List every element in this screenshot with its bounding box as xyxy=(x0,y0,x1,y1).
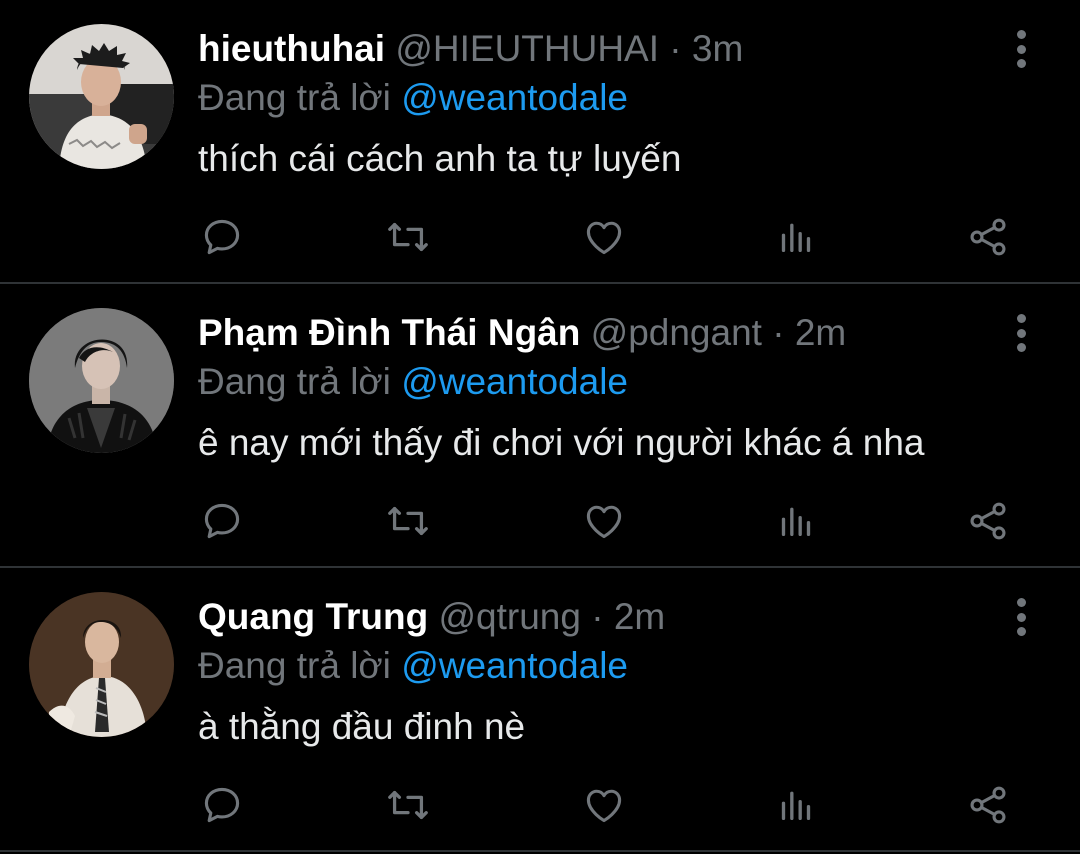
retweet-button[interactable] xyxy=(383,780,433,830)
action-bar xyxy=(0,496,1080,546)
user-handle[interactable]: @qtrung xyxy=(438,596,580,637)
like-button[interactable] xyxy=(579,212,629,262)
reply-mention[interactable]: @weantodale xyxy=(401,645,628,686)
more-vertical-icon xyxy=(1016,612,1026,622)
share-icon xyxy=(970,786,1006,824)
more-vertical-icon xyxy=(1016,59,1026,68)
share-button[interactable] xyxy=(963,212,1013,262)
like-icon xyxy=(586,505,622,539)
share-icon xyxy=(970,502,1006,540)
timestamp[interactable]: 3m xyxy=(692,28,743,69)
more-options-button[interactable] xyxy=(1004,596,1038,638)
tweet-text: à thằng đầu đinh nè xyxy=(198,706,526,747)
tweet-text: ê nay mới thấy đi chơi với người khác á … xyxy=(198,422,925,463)
divider xyxy=(0,850,1080,852)
user-handle[interactable]: @HIEUTHUHAI xyxy=(395,28,659,69)
reply-tweet[interactable]: Phạm Đình Thái Ngân @pdngant · 2m Đang t… xyxy=(0,284,1080,567)
reply-icon xyxy=(204,219,240,255)
views-button[interactable] xyxy=(771,212,821,262)
more-vertical-icon xyxy=(1016,314,1026,323)
share-icon xyxy=(970,218,1006,256)
action-bar xyxy=(0,780,1080,830)
more-vertical-icon xyxy=(1016,44,1026,54)
timestamp[interactable]: 2m xyxy=(614,596,665,637)
views-button[interactable] xyxy=(771,780,821,830)
reply-tweet[interactable]: Quang Trung @qtrung · 2m Đang trả lời @w… xyxy=(0,568,1080,851)
tweet-header: Phạm Đình Thái Ngân @pdngant · 2m xyxy=(198,310,846,356)
reply-button[interactable] xyxy=(197,780,247,830)
separator: · xyxy=(669,28,682,69)
reply-context: Đang trả lời @weantodale xyxy=(198,643,628,689)
retweet-icon xyxy=(388,506,428,536)
reply-label: Đang trả lời xyxy=(198,361,391,402)
reply-label: Đang trả lời xyxy=(198,645,391,686)
more-options-button[interactable] xyxy=(1004,28,1038,70)
more-options-button[interactable] xyxy=(1004,312,1038,354)
separator: · xyxy=(772,312,785,353)
like-button[interactable] xyxy=(579,780,629,830)
more-vertical-icon xyxy=(1016,343,1026,352)
like-icon xyxy=(586,789,622,823)
reply-mention[interactable]: @weantodale xyxy=(401,361,628,402)
retweet-icon xyxy=(388,222,428,252)
more-vertical-icon xyxy=(1016,627,1026,636)
views-icon xyxy=(781,791,811,820)
avatar[interactable] xyxy=(29,308,174,453)
reply-mention[interactable]: @weantodale xyxy=(401,77,628,118)
share-button[interactable] xyxy=(963,496,1013,546)
reply-button[interactable] xyxy=(197,212,247,262)
reply-label: Đang trả lời xyxy=(198,77,391,118)
tweet-text: thích cái cách anh ta tự luyến xyxy=(198,138,682,179)
separator: · xyxy=(591,596,604,637)
reply-icon xyxy=(204,503,240,539)
display-name[interactable]: Phạm Đình Thái Ngân xyxy=(198,312,580,353)
more-vertical-icon xyxy=(1016,30,1026,39)
display-name[interactable]: Quang Trung xyxy=(198,596,428,637)
more-vertical-icon xyxy=(1016,598,1026,607)
reply-context: Đang trả lời @weantodale xyxy=(198,75,628,121)
like-icon xyxy=(586,221,622,255)
more-vertical-icon xyxy=(1016,328,1026,338)
views-button[interactable] xyxy=(771,496,821,546)
reply-feed: hieuthuhai @HIEUTHUHAI · 3m Đang trả lời… xyxy=(0,0,1080,854)
timestamp[interactable]: 2m xyxy=(795,312,846,353)
avatar[interactable] xyxy=(29,592,174,737)
views-icon xyxy=(781,507,811,536)
reply-context: Đang trả lời @weantodale xyxy=(198,359,628,405)
share-button[interactable] xyxy=(963,780,1013,830)
display-name[interactable]: hieuthuhai xyxy=(198,28,385,69)
views-icon xyxy=(781,223,811,252)
action-bar xyxy=(0,212,1080,262)
like-button[interactable] xyxy=(579,496,629,546)
tweet-header: Quang Trung @qtrung · 2m xyxy=(198,594,665,640)
retweet-button[interactable] xyxy=(383,212,433,262)
user-handle[interactable]: @pdngant xyxy=(591,312,762,353)
retweet-icon xyxy=(388,790,428,820)
retweet-button[interactable] xyxy=(383,496,433,546)
reply-tweet[interactable]: hieuthuhai @HIEUTHUHAI · 3m Đang trả lời… xyxy=(0,0,1080,283)
tweet-header: hieuthuhai @HIEUTHUHAI · 3m xyxy=(198,26,743,72)
avatar[interactable] xyxy=(29,24,174,169)
reply-button[interactable] xyxy=(197,496,247,546)
reply-icon xyxy=(204,787,240,823)
